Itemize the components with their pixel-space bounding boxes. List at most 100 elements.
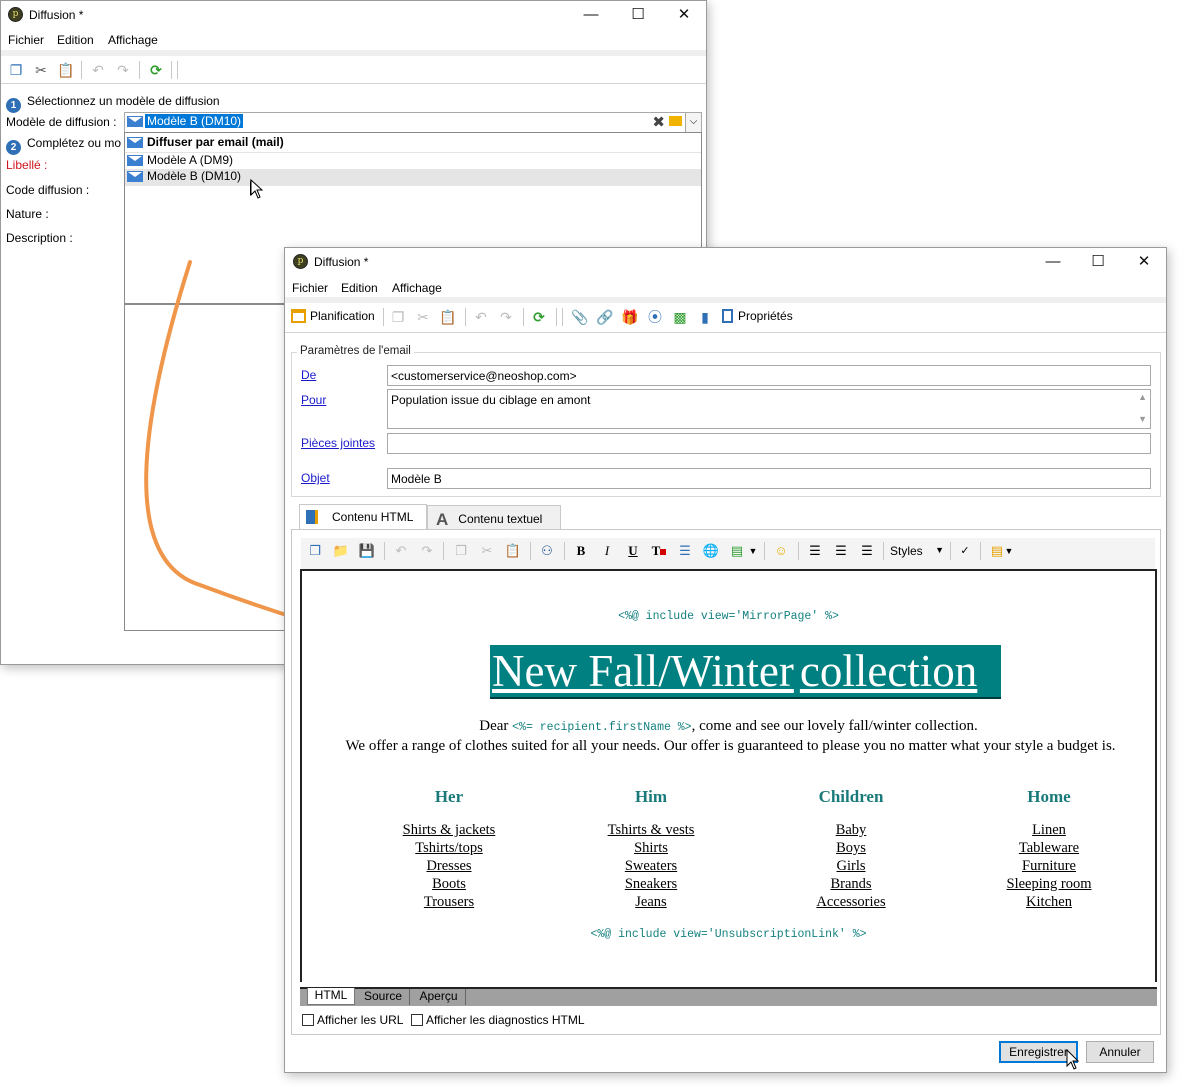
category-link[interactable]: Kitchen	[949, 893, 1149, 911]
pieces-jointes-link[interactable]: Pièces jointes	[301, 436, 375, 450]
tab-contenu-html[interactable]: Contenu HTML	[299, 504, 427, 529]
undo-icon[interactable]: ↶	[89, 61, 107, 79]
pour-input[interactable]: Population issue du ciblage en amont ▲ ▼	[387, 389, 1151, 429]
emoji-icon[interactable]: ☺	[772, 542, 790, 560]
minimize-button[interactable]: —	[1030, 248, 1076, 276]
open-folder-icon[interactable]: 📁	[332, 542, 350, 560]
menu-fichier[interactable]: Fichier	[292, 281, 328, 295]
show-diagnostics-checkbox[interactable]: Afficher les diagnostics HTML	[411, 1013, 585, 1027]
redo-icon[interactable]: ↷	[418, 542, 436, 560]
cancel-button[interactable]: Annuler	[1086, 1041, 1154, 1063]
chevron-down-icon[interactable]: ▼	[1004, 542, 1014, 560]
underline-icon[interactable]: U	[624, 542, 642, 560]
category-link[interactable]: Furniture	[949, 857, 1149, 875]
clear-icon[interactable]: ✖	[652, 113, 665, 131]
category-link[interactable]: Tableware	[949, 839, 1149, 857]
category-link[interactable]: Tshirts & vests	[551, 821, 751, 839]
personalization-icon[interactable]: ▮	[696, 308, 714, 326]
pour-link[interactable]: Pour	[301, 393, 326, 407]
view-tab-source[interactable]: Source	[357, 989, 410, 1005]
link-icon[interactable]: 🔗	[596, 308, 614, 326]
undo-icon[interactable]: ↶	[472, 308, 490, 326]
dropdown-item[interactable]: Modèle A (DM9)	[125, 152, 701, 169]
show-urls-checkbox[interactable]: Afficher les URL	[302, 1013, 403, 1027]
scroll-down-icon[interactable]: ▼	[1138, 414, 1147, 424]
category-link[interactable]: Sleeping room	[949, 875, 1149, 893]
de-link[interactable]: De	[301, 368, 316, 382]
new-document-icon[interactable]: ❐	[306, 542, 324, 560]
planification-button[interactable]: Planification	[291, 309, 375, 327]
spellcheck-icon[interactable]: ✓	[956, 542, 974, 560]
paste-icon[interactable]: 📋	[439, 308, 457, 326]
view-tab-apercu[interactable]: Aperçu	[412, 989, 466, 1005]
pieces-jointes-input[interactable]	[387, 433, 1151, 454]
cut-icon[interactable]: ✂	[414, 308, 432, 326]
category-link[interactable]: Tshirts/tops	[349, 839, 549, 857]
category-link[interactable]: Boots	[349, 875, 549, 893]
category-link[interactable]: Sweaters	[551, 857, 751, 875]
text-color-icon[interactable]: T	[650, 542, 668, 560]
insert-image-icon[interactable]: ▤	[728, 542, 746, 560]
attachment-icon[interactable]: 📎	[571, 308, 589, 326]
copy-icon[interactable]: ❐	[452, 542, 470, 560]
category-link[interactable]: Shirts & jackets	[349, 821, 549, 839]
category-link[interactable]: Shirts	[551, 839, 751, 857]
save-icon[interactable]: 💾	[358, 542, 376, 560]
view-tab-html[interactable]: HTML	[307, 988, 355, 1005]
copy-icon[interactable]: ❐	[389, 308, 407, 326]
chevron-down-icon[interactable]: ▼	[748, 542, 758, 560]
category-link[interactable]: Sneakers	[551, 875, 751, 893]
maximize-button[interactable]: ☐	[1075, 248, 1121, 276]
find-binoculars-icon[interactable]: ⚇	[538, 542, 556, 560]
objet-input[interactable]: Modèle B	[387, 468, 1151, 489]
category-link[interactable]: Linen	[949, 821, 1149, 839]
minimize-button[interactable]: —	[568, 1, 614, 29]
align-right-icon[interactable]: ☰	[858, 542, 876, 560]
html-editor[interactable]: <%@ include view='MirrorPage' %> New Fal…	[300, 569, 1157, 982]
category-link[interactable]: Baby	[751, 821, 951, 839]
paste-icon[interactable]: 📋	[504, 542, 522, 560]
align-left-icon[interactable]: ☰	[806, 542, 824, 560]
chevron-down-icon[interactable]: ⌵	[685, 113, 701, 132]
cut-icon[interactable]: ✂	[32, 61, 50, 79]
undo-icon[interactable]: ↶	[392, 542, 410, 560]
validation-icon[interactable]: ▩	[671, 308, 689, 326]
tracking-icon[interactable]: ⦿	[646, 308, 664, 326]
menu-fichier[interactable]: Fichier	[8, 33, 44, 47]
category-link[interactable]: Accessories	[751, 893, 951, 911]
maximize-button[interactable]: ☐	[615, 1, 661, 29]
template-combo[interactable]: Modèle B (DM10) ✖ ⌵	[124, 112, 702, 133]
menu-edition[interactable]: Edition	[341, 281, 378, 295]
refresh-icon[interactable]: ⟳	[530, 308, 548, 326]
copy-icon[interactable]: ❐	[7, 61, 25, 79]
close-button[interactable]: ✕	[1121, 248, 1167, 276]
category-link[interactable]: Dresses	[349, 857, 549, 875]
close-button[interactable]: ✕	[661, 1, 707, 29]
gift-icon[interactable]: 🎁	[621, 308, 639, 326]
dropdown-item[interactable]: Diffuser par email (mail)	[125, 135, 701, 152]
bullet-list-icon[interactable]: ☰	[676, 542, 694, 560]
paste-icon[interactable]: 📋	[57, 61, 75, 79]
tab-contenu-textuel[interactable]: A Contenu textuel	[427, 505, 561, 529]
menu-affichage[interactable]: Affichage	[108, 33, 158, 47]
category-link[interactable]: Trousers	[349, 893, 549, 911]
folder-icon[interactable]	[669, 116, 682, 126]
redo-icon[interactable]: ↷	[497, 308, 515, 326]
menu-affichage[interactable]: Affichage	[392, 281, 442, 295]
category-link[interactable]: Boys	[751, 839, 951, 857]
redo-icon[interactable]: ↷	[114, 61, 132, 79]
category-link[interactable]: Brands	[751, 875, 951, 893]
scroll-up-icon[interactable]: ▲	[1138, 392, 1147, 402]
insert-link-icon[interactable]: 🌐	[702, 542, 720, 560]
category-link[interactable]: Girls	[751, 857, 951, 875]
refresh-icon[interactable]: ⟳	[147, 61, 165, 79]
italic-icon[interactable]: I	[598, 542, 616, 560]
category-link[interactable]: Jeans	[551, 893, 751, 911]
cut-icon[interactable]: ✂	[478, 542, 496, 560]
proprietes-button[interactable]: Propriétés	[722, 309, 793, 323]
de-input[interactable]: <customerservice@neoshop.com>	[387, 365, 1151, 386]
dropdown-item-hovered[interactable]: Modèle B (DM10)	[125, 169, 701, 186]
styles-dropdown[interactable]: Styles ▼	[890, 544, 944, 560]
menu-edition[interactable]: Edition	[57, 33, 94, 47]
bold-icon[interactable]: B	[572, 542, 590, 560]
